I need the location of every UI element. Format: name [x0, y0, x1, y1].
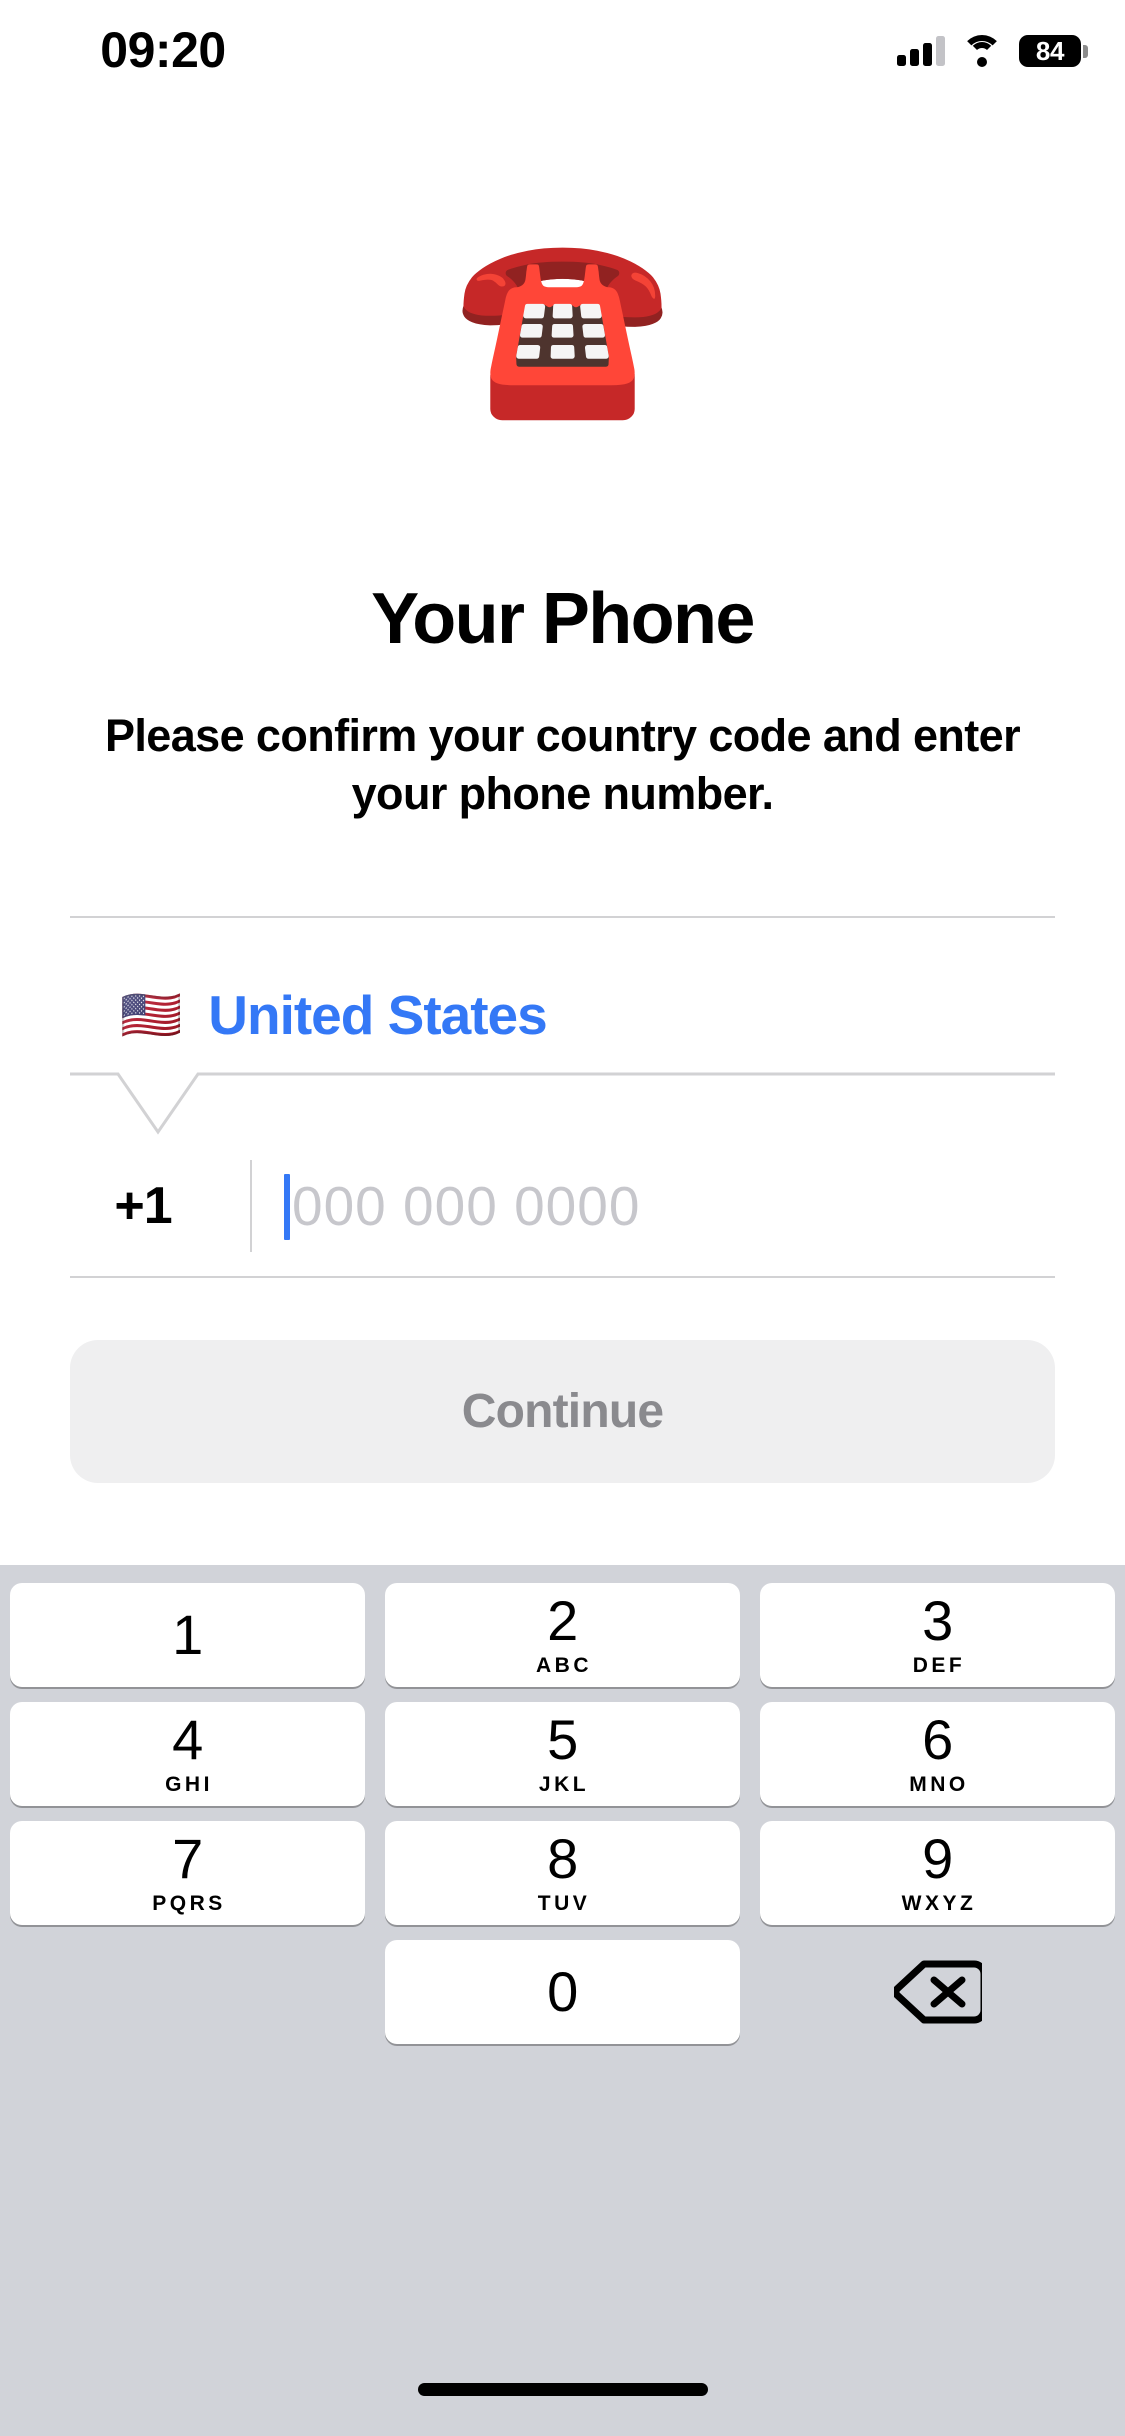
- keypad-key-6[interactable]: 6 MNO: [760, 1702, 1115, 1806]
- continue-button[interactable]: Continue: [70, 1340, 1055, 1483]
- keypad-key-digit: 9: [922, 1827, 953, 1890]
- wifi-icon: [961, 34, 1003, 67]
- keypad-key-digit: 4: [172, 1708, 203, 1771]
- phone-number-placeholder: 000 000 0000: [292, 1175, 641, 1237]
- keypad-key-letters: TUV: [537, 1892, 591, 1915]
- keypad-backspace-button[interactable]: [750, 1940, 1125, 2044]
- keypad-key-letters: PQRS: [152, 1892, 226, 1915]
- keypad-key-4[interactable]: 4 GHI: [10, 1702, 365, 1806]
- status-bar-indicators: 84: [897, 28, 1088, 74]
- keypad-key-8[interactable]: 8 TUV: [385, 1821, 740, 1925]
- country-selector[interactable]: 🇺🇸 United States: [70, 940, 1055, 1090]
- country-name-label: United States: [208, 984, 547, 1046]
- status-bar-time: 09:20: [100, 22, 226, 78]
- keypad-key-letters: DEF: [912, 1654, 966, 1677]
- keypad-key-7[interactable]: 7 PQRS: [10, 1821, 365, 1925]
- telephone-emoji: ☎️: [453, 223, 672, 426]
- keypad-key-0[interactable]: 0: [385, 1940, 740, 2044]
- numeric-keypad: 1 2 ABC 3 DEF 4 GHI 5 JKL 6 MNO 7 PQRS 8…: [0, 1565, 1125, 2436]
- keypad-row: 0: [0, 1940, 1125, 2044]
- phone-number-row[interactable]: +1 000 000 0000: [70, 1136, 1055, 1276]
- form-divider-bottom: [70, 1276, 1055, 1278]
- keypad-key-3[interactable]: 3 DEF: [760, 1583, 1115, 1687]
- keypad-key-letters: GHI: [165, 1773, 213, 1796]
- battery-icon: 84: [1019, 35, 1088, 67]
- keypad-key-digit: 8: [547, 1827, 578, 1890]
- keypad-key-letters: ABC: [536, 1654, 592, 1677]
- keypad-key-digit: 7: [172, 1827, 203, 1890]
- keypad-key-digit: 6: [922, 1708, 953, 1771]
- cellular-bars-icon: [897, 36, 945, 66]
- keypad-row: 4 GHI 5 JKL 6 MNO: [0, 1702, 1125, 1806]
- keypad-row: 7 PQRS 8 TUV 9 WXYZ: [0, 1821, 1125, 1925]
- keypad-key-letters: WXYZ: [901, 1892, 977, 1915]
- keypad-key-digit: 5: [547, 1708, 578, 1771]
- country-flag-icon: 🇺🇸: [120, 986, 183, 1044]
- keypad-key-digit: 2: [547, 1589, 578, 1652]
- home-indicator[interactable]: [417, 2383, 708, 2396]
- page-title: Your Phone: [371, 579, 755, 659]
- keypad-key-9[interactable]: 9 WXYZ: [760, 1821, 1115, 1925]
- page-subtitle: Please confirm your country code and ent…: [104, 710, 1021, 819]
- keypad-key-digit: 1: [172, 1603, 203, 1666]
- form-divider-top: [70, 916, 1055, 918]
- keypad-key-1[interactable]: 1: [10, 1583, 365, 1687]
- phone-number-entry-screen: 09:20 84 ☎️ Your Phone Please confirm yo…: [0, 0, 1125, 2436]
- keypad-row: 1 2 ABC 3 DEF: [0, 1583, 1125, 1687]
- keypad-key-5[interactable]: 5 JKL: [385, 1702, 740, 1806]
- keypad-key-digit: 3: [922, 1589, 953, 1652]
- keypad-key-2[interactable]: 2 ABC: [385, 1583, 740, 1687]
- keypad-key-digit: 0: [547, 1960, 578, 2023]
- battery-level-label: 84: [1035, 36, 1065, 66]
- country-code-label: +1: [114, 1177, 172, 1235]
- keypad-key-letters: JKL: [538, 1773, 590, 1796]
- keypad-key-letters: MNO: [909, 1773, 969, 1796]
- text-cursor: [284, 1174, 290, 1240]
- phone-number-input[interactable]: 000 000 0000: [252, 1156, 1055, 1256]
- backspace-delete-icon: [893, 1960, 982, 2024]
- status-bar: 09:20 84: [0, 0, 1125, 100]
- keypad-empty-cell: [0, 1940, 375, 2044]
